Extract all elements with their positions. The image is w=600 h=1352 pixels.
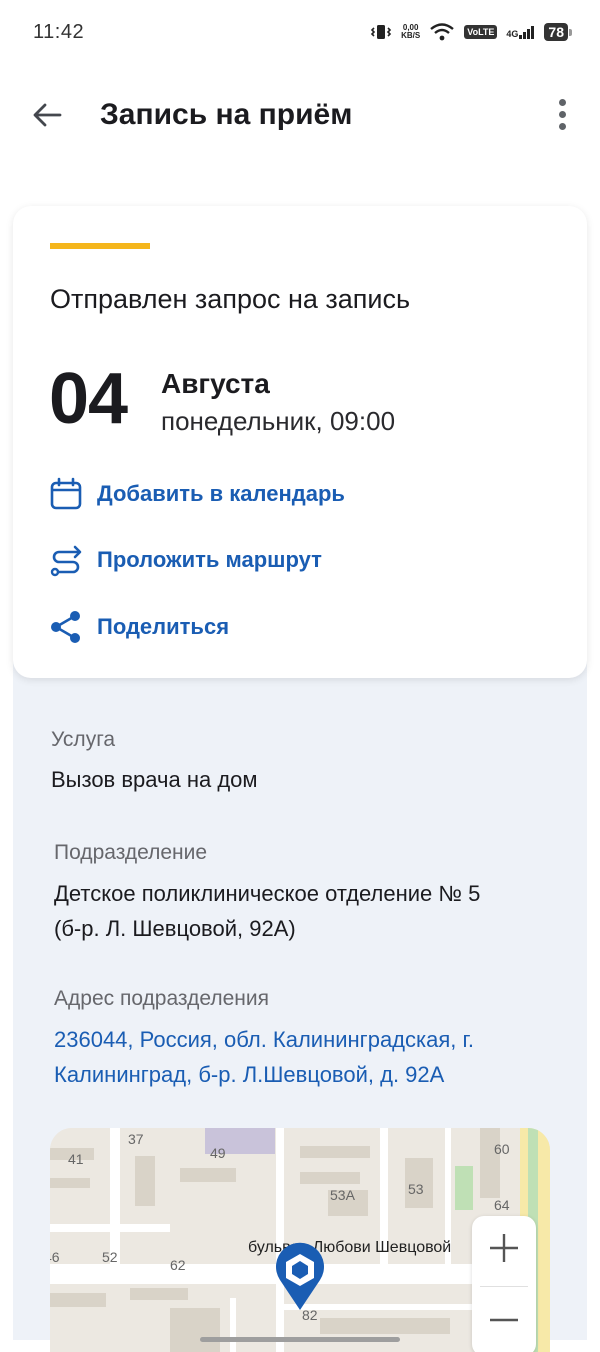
map-house-number: 52 bbox=[102, 1249, 118, 1265]
app-bar: Запись на приём bbox=[0, 80, 600, 152]
add-to-calendar-button[interactable]: Добавить в календарь bbox=[49, 474, 345, 514]
zoom-divider bbox=[480, 1286, 528, 1287]
map-house-number: 37 bbox=[128, 1131, 144, 1147]
build-route-button[interactable]: Проложить маршрут bbox=[49, 540, 322, 580]
appointment-month: Августа bbox=[161, 368, 270, 399]
signal-4g: 4G bbox=[506, 25, 535, 39]
more-vert-icon[interactable] bbox=[552, 98, 574, 132]
signal-bars-icon bbox=[519, 26, 535, 39]
share-button[interactable]: Поделиться bbox=[49, 607, 229, 647]
map-house-number: 62 bbox=[170, 1257, 186, 1273]
map-house-number: 41 bbox=[68, 1151, 84, 1167]
map-street-label: бульвар Любови Шевцовой bbox=[248, 1239, 451, 1256]
zoom-controls bbox=[472, 1216, 536, 1352]
appointment-day: 04 bbox=[49, 359, 128, 439]
volte-badge: VoLTE bbox=[464, 25, 498, 39]
status-time: 11:42 bbox=[33, 20, 85, 43]
add-to-calendar-label: Добавить в календарь bbox=[97, 481, 345, 506]
address-link-line-1[interactable]: 236044, Россия, обл. Калининградская, г. bbox=[54, 1022, 474, 1058]
department-line-1: Детское поликлиническое отделение № 5 bbox=[54, 881, 481, 906]
service-value: Вызов врача на дом bbox=[51, 767, 258, 792]
status-icons: 0,00 KB/S VoLTE 4G 78 bbox=[370, 22, 572, 42]
map-house-number: 60 bbox=[494, 1141, 510, 1157]
map-house-number: 46 bbox=[50, 1249, 60, 1265]
map-house-number: 49 bbox=[210, 1145, 226, 1161]
appointment-status: Отправлен запрос на запись bbox=[50, 284, 411, 314]
net-speed: 0,00 KB/S bbox=[401, 24, 420, 40]
build-route-label: Проложить маршрут bbox=[97, 547, 322, 572]
map-house-number: 53А bbox=[330, 1187, 356, 1203]
page-title: Запись на приём bbox=[100, 98, 353, 131]
map-house-number: 64 bbox=[494, 1197, 510, 1213]
share-icon bbox=[51, 611, 80, 643]
map-house-number: 82 bbox=[302, 1307, 318, 1323]
map-view[interactable]: 37 41 49 60 53А 53 64 52 62 46 82 бульва… bbox=[50, 1128, 550, 1352]
department-line-2: (б-р. Л. Шевцовой, 92А) bbox=[54, 916, 296, 941]
appointment-card: Отправлен запрос на запись 04 Августа по… bbox=[13, 206, 587, 678]
route-icon bbox=[50, 545, 82, 577]
appointment-weekday-time: понедельник, 09:00 bbox=[161, 406, 396, 436]
minus-icon[interactable] bbox=[472, 1288, 536, 1352]
calendar-icon bbox=[50, 477, 82, 510]
vibrate-icon bbox=[370, 25, 392, 39]
service-label: Услуга bbox=[51, 728, 116, 751]
address-label: Адрес подразделения bbox=[54, 987, 269, 1010]
department-label: Подразделение bbox=[54, 841, 208, 864]
address-link-line-2[interactable]: Калининград, б-р. Л.Шевцовой, д. 92А bbox=[54, 1057, 444, 1093]
share-label: Поделиться bbox=[97, 614, 230, 639]
map-house-number: 53 bbox=[408, 1181, 424, 1197]
status-accent-line bbox=[50, 243, 150, 249]
gesture-bar[interactable] bbox=[200, 1337, 400, 1342]
back-arrow-icon[interactable] bbox=[30, 98, 64, 132]
status-bar: 11:42 0,00 KB/S VoLTE 4G 78 bbox=[0, 0, 600, 64]
battery-level: 78 bbox=[544, 23, 572, 41]
plus-icon[interactable] bbox=[472, 1216, 536, 1280]
network-type: 4G bbox=[506, 29, 519, 39]
wifi-icon bbox=[430, 23, 454, 41]
net-speed-unit: KB/S bbox=[401, 31, 421, 40]
